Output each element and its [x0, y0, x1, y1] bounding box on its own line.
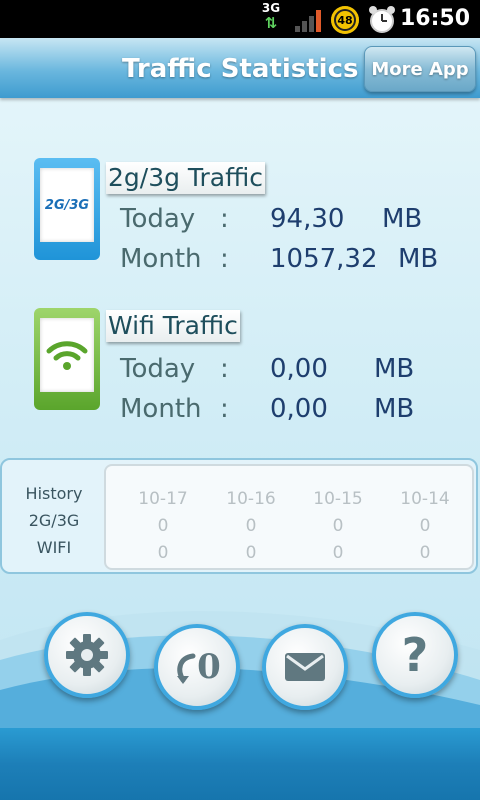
history-date: 10-14: [400, 489, 450, 509]
help-icon: ?: [401, 628, 429, 682]
history-table[interactable]: 10-17 0 0 10-16 0 0 10-15 0 0 10-14 0 0: [104, 464, 474, 570]
history-wifi-label: WIFI: [36, 538, 72, 557]
signal-icon: [295, 10, 321, 32]
history-wifi-value: 0: [245, 543, 257, 563]
app-header: Traffic Statistics More App: [0, 38, 480, 98]
bottom-band: [0, 728, 480, 800]
reset-zero-label: 0: [197, 647, 221, 687]
cellular-icon-label: 2G/3G: [44, 197, 90, 213]
help-button[interactable]: ?: [372, 612, 458, 698]
wifi-phone-icon: [34, 308, 100, 410]
history-column: 10-16 0 0: [216, 486, 286, 567]
history-label: History: [25, 484, 83, 503]
history-date: 10-16: [226, 489, 276, 509]
history-wifi-value: 0: [419, 543, 431, 563]
history-cell-value: 0: [157, 516, 169, 536]
mail-icon: [285, 653, 325, 681]
cell-month-unit: MB: [398, 244, 439, 274]
network-indicator: 3G ⇅: [258, 2, 284, 36]
history-cell-value: 0: [332, 516, 344, 536]
history-wifi-value: 0: [332, 543, 344, 563]
wifi-month-label: Month: [120, 394, 202, 424]
cell-today-value: 94,30: [270, 204, 345, 234]
wifi-today-colon: :: [220, 354, 229, 384]
mail-button[interactable]: [262, 624, 348, 710]
history-cell-value: 0: [419, 516, 431, 536]
gear-icon: [66, 634, 108, 676]
history-date: 10-17: [138, 489, 188, 509]
cell-today-label: Today: [120, 204, 196, 234]
wifi-phone-screen: [40, 318, 94, 392]
cell-today-unit: MB: [382, 204, 423, 234]
clock-time: 16:50: [399, 6, 470, 31]
reset-button[interactable]: 0: [154, 624, 240, 710]
network-type: 3G: [261, 1, 281, 15]
status-bar: 3G ⇅ 48 16:50: [0, 0, 480, 38]
history-column: 10-17 0 0: [128, 486, 198, 567]
cell-today-colon: :: [220, 204, 229, 234]
cell-month-colon: :: [220, 244, 229, 274]
cell-month-value: 1057,32: [270, 244, 378, 274]
history-row-labels: History 2G/3G WIFI: [10, 480, 98, 561]
data-arrows-icon: ⇅: [264, 14, 278, 32]
wifi-month-colon: :: [220, 394, 229, 424]
settings-button[interactable]: [44, 612, 130, 698]
alarm-clock-icon: [369, 6, 395, 33]
cellular-phone-screen: 2G/3G: [40, 168, 94, 242]
battery-icon: 48: [331, 6, 359, 34]
history-cell-value: 0: [245, 516, 257, 536]
wifi-month-unit: MB: [374, 394, 415, 424]
history-cell-label: 2G/3G: [28, 511, 80, 530]
page-title: Traffic Statistics: [122, 54, 359, 84]
wifi-traffic-title: Wifi Traffic: [106, 310, 240, 342]
wifi-icon: [46, 341, 88, 370]
history-date: 10-15: [313, 489, 363, 509]
cellular-phone-icon: 2G/3G: [34, 158, 100, 260]
history-column: 10-14 0 0: [390, 486, 460, 567]
history-wifi-value: 0: [157, 543, 169, 563]
reset-icon: [177, 653, 196, 684]
battery-level: 48: [337, 13, 353, 27]
wifi-month-value: 0,00: [270, 394, 328, 424]
cell-traffic-title: 2g/3g Traffic: [106, 162, 266, 194]
more-app-button[interactable]: More App: [364, 46, 476, 92]
history-column: 10-15 0 0: [303, 486, 373, 567]
wifi-today-value: 0,00: [270, 354, 328, 384]
wifi-today-unit: MB: [374, 354, 415, 384]
history-panel: History 2G/3G WIFI 10-17 0 0 10-16 0 0 1…: [0, 458, 478, 574]
cell-month-label: Month: [120, 244, 202, 274]
wifi-today-label: Today: [120, 354, 196, 384]
